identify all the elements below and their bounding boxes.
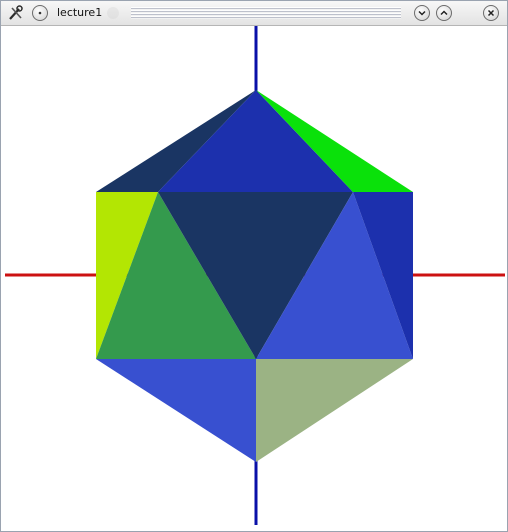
title-decoration	[107, 7, 119, 19]
window-menu-button[interactable]	[32, 5, 48, 21]
icosahedron	[96, 90, 413, 462]
window-title: lecture1	[57, 6, 103, 19]
title-grip[interactable]	[131, 7, 401, 19]
close-icon	[487, 9, 495, 17]
circle-dot-icon	[38, 11, 42, 15]
wrench-icon[interactable]	[7, 4, 25, 22]
close-button[interactable]	[483, 5, 499, 21]
chevron-up-icon	[440, 10, 448, 16]
chevron-down-icon	[418, 10, 426, 16]
face-bottom-left	[96, 359, 256, 462]
app-window: lecture1	[0, 0, 508, 532]
face-bottom-right	[256, 359, 413, 462]
maximize-button[interactable]	[436, 5, 452, 21]
title-bar[interactable]: lecture1	[1, 1, 507, 26]
minimize-button[interactable]	[414, 5, 430, 21]
render-canvas[interactable]	[2, 26, 506, 531]
